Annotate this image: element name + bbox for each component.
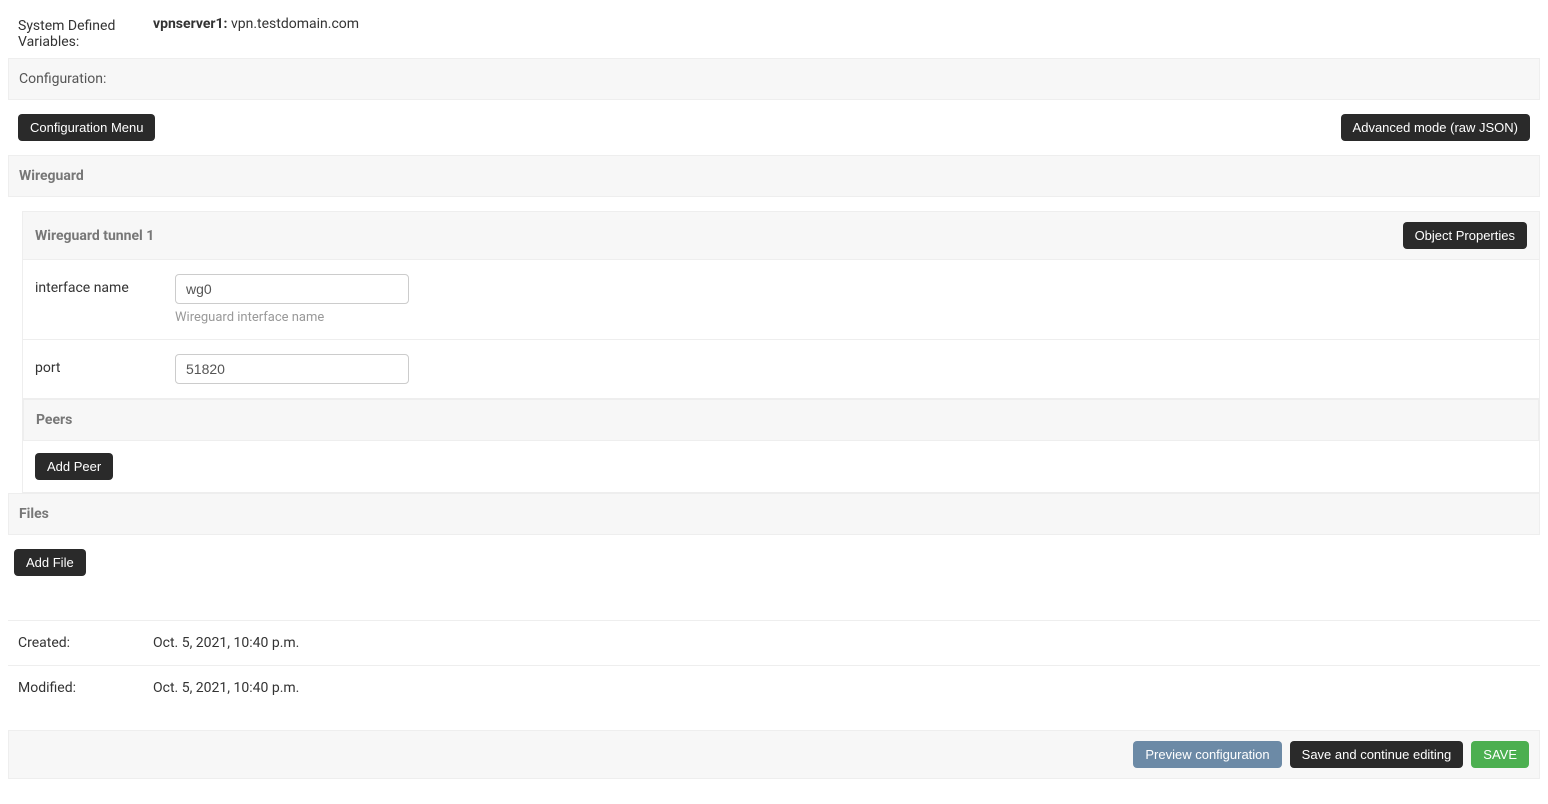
port-input[interactable] [175, 354, 409, 384]
port-label: port [35, 354, 175, 376]
configuration-header: Configuration: [8, 58, 1540, 100]
object-properties-button[interactable]: Object Properties [1403, 222, 1527, 249]
configuration-toolbar: Configuration Menu Advanced mode (raw JS… [8, 100, 1540, 155]
sysvars-varname: vpnserver1: [153, 16, 227, 32]
sysvars-value: vpnserver1: vpn.testdomain.com [153, 16, 1530, 32]
interface-name-help: Wireguard interface name [175, 310, 409, 325]
save-button[interactable]: SAVE [1471, 741, 1529, 768]
add-peer-button[interactable]: Add Peer [35, 453, 113, 480]
created-row: Created: Oct. 5, 2021, 10:40 p.m. [8, 620, 1540, 665]
modified-value: Oct. 5, 2021, 10:40 p.m. [153, 680, 299, 696]
system-defined-variables-row: System Defined Variables: vpnserver1: vp… [8, 8, 1540, 58]
advanced-mode-button[interactable]: Advanced mode (raw JSON) [1341, 114, 1530, 141]
port-row: port [23, 340, 1539, 399]
add-peer-row: Add Peer [23, 441, 1539, 492]
add-file-row: Add File [8, 535, 1540, 590]
add-file-button[interactable]: Add File [14, 549, 86, 576]
peers-header: Peers [23, 399, 1539, 441]
preview-configuration-button[interactable]: Preview configuration [1133, 741, 1281, 768]
configuration-menu-button[interactable]: Configuration Menu [18, 114, 155, 141]
modified-label: Modified: [18, 680, 153, 696]
interface-name-input[interactable] [175, 274, 409, 304]
modified-row: Modified: Oct. 5, 2021, 10:40 p.m. [8, 665, 1540, 710]
save-continue-button[interactable]: Save and continue editing [1290, 741, 1464, 768]
sysvars-varvalue: vpn.testdomain.com [231, 16, 359, 32]
wireguard-tunnel-container: Wireguard tunnel 1 Object Properties int… [22, 211, 1540, 493]
sysvars-label: System Defined Variables: [18, 16, 153, 50]
created-value: Oct. 5, 2021, 10:40 p.m. [153, 635, 299, 651]
footer-actions: Preview configuration Save and continue … [8, 730, 1540, 779]
interface-name-row: interface name Wireguard interface name [23, 260, 1539, 340]
wireguard-tunnel-header: Wireguard tunnel 1 Object Properties [22, 211, 1540, 260]
wireguard-section-header: Wireguard [8, 155, 1540, 197]
interface-name-label: interface name [35, 274, 175, 296]
created-label: Created: [18, 635, 153, 651]
files-section-header: Files [8, 493, 1540, 535]
wireguard-tunnel-body: interface name Wireguard interface name … [22, 260, 1540, 493]
wireguard-tunnel-title: Wireguard tunnel 1 [35, 228, 154, 244]
